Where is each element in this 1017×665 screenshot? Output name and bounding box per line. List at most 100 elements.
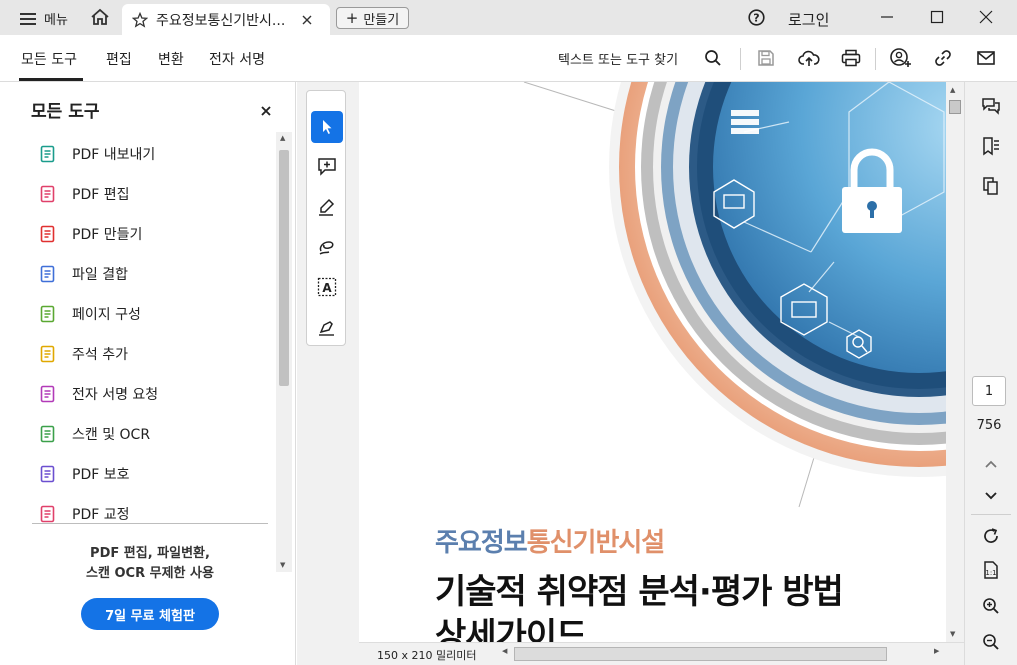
tab-edit[interactable]: 편집 [106, 49, 132, 69]
help-button[interactable]: ? [748, 9, 765, 30]
share-button[interactable] [889, 46, 913, 70]
home-button[interactable] [90, 8, 110, 30]
close-window-button[interactable] [979, 9, 993, 28]
close-tab-icon[interactable] [302, 15, 312, 25]
minimize-icon [881, 16, 893, 18]
tool-item[interactable]: 페이지 구성 [38, 294, 141, 334]
menu-label: 메뉴 [44, 13, 68, 28]
document-vertical-scrollbar[interactable] [946, 82, 964, 642]
save-button[interactable] [754, 46, 778, 70]
copy-link-button[interactable] [931, 46, 955, 70]
horizontal-scroll-thumb[interactable] [514, 647, 887, 661]
current-page-input[interactable]: 1 [972, 376, 1006, 406]
comments-icon [982, 98, 1000, 115]
next-page-button[interactable] [976, 482, 1006, 510]
cursor-icon [323, 120, 332, 134]
add-person-icon [890, 48, 911, 67]
highlight-button[interactable] [311, 191, 343, 223]
bookmarks-panel-button[interactable] [976, 132, 1006, 160]
tab-all-tools[interactable]: 모든 도구 [21, 49, 77, 69]
maximize-button[interactable] [930, 9, 944, 28]
tool-item-label: PDF 편집 [72, 187, 130, 203]
tool-item[interactable]: PDF 보호 [38, 454, 130, 494]
tab-convert[interactable]: 변환 [158, 49, 184, 69]
star-icon[interactable] [132, 11, 148, 28]
home-icon [91, 8, 109, 25]
thumbnails-panel-button[interactable] [976, 172, 1006, 200]
acrobat-window: 메뉴 주요정보통신기반시... + 만들기 ? 로그인 모든 도구 편집 변환 … [0, 0, 1017, 665]
tool-item[interactable]: PDF 만들기 [38, 214, 142, 254]
actual-size-icon: 1:1 [984, 561, 998, 579]
active-tab-indicator [19, 78, 83, 81]
draw-button[interactable] [311, 231, 343, 263]
tool-item-label: PDF 교정 [72, 507, 130, 523]
save-icon [758, 50, 774, 66]
promo-divider [32, 523, 268, 524]
status-bar: 150 x 210 밀리미터 ◀ ▶ [359, 642, 964, 665]
login-button[interactable]: 로그인 [788, 9, 829, 30]
zoom-in-button[interactable] [976, 592, 1006, 620]
rail-divider [971, 514, 1011, 515]
free-trial-button[interactable]: 7일 무료 체험판 [81, 598, 219, 630]
rotate-icon [984, 528, 998, 543]
sign-button[interactable] [311, 311, 343, 343]
comments-panel-button[interactable] [976, 92, 1006, 120]
promo-line-1: PDF 편집, 파일변환, [90, 546, 210, 561]
rotate-button[interactable] [976, 522, 1006, 550]
tool-item[interactable]: PDF 교정 [38, 494, 130, 534]
chevron-up-icon [985, 460, 997, 468]
tool-item[interactable]: PDF 편집 [38, 174, 130, 214]
zoom-in-icon [983, 598, 999, 614]
help-icon: ? [748, 9, 765, 26]
print-button[interactable] [839, 46, 863, 70]
zoom-out-button[interactable] [976, 628, 1006, 656]
comment-add-icon [318, 158, 336, 176]
scroll-down-arrow-icon[interactable]: ▼ [950, 630, 955, 638]
promo-line-2: 스캔 OCR 무제한 사용 [86, 566, 214, 581]
tool-item[interactable]: 주석 추가 [38, 334, 128, 374]
tool-item-label: 스캔 및 OCR [72, 427, 151, 443]
link-icon [935, 50, 951, 66]
all-tools-panel: 모든 도구 PDF 내보내기 PDF 편집 PDF 만들기 파일 결합 페이지 구성 주석… [0, 82, 296, 665]
select-tool-button[interactable] [311, 111, 343, 143]
scroll-left-arrow-icon[interactable]: ◀ [502, 647, 507, 655]
tool-item[interactable]: 전자 서명 요청 [38, 374, 158, 414]
promo-text: PDF 편집, 파일변환, 스캔 OCR 무제한 사용 [40, 544, 260, 584]
scroll-right-arrow-icon[interactable]: ▶ [934, 647, 939, 655]
scroll-down-arrow-icon[interactable]: ▼ [280, 561, 285, 569]
search-icon [705, 50, 721, 66]
toolbar-divider [740, 48, 741, 70]
tab-e-sign[interactable]: 전자 서명 [209, 49, 265, 69]
add-comment-button[interactable] [311, 151, 343, 183]
create-label: 만들기 [363, 12, 400, 28]
pages-icon [983, 177, 998, 195]
mail-icon [977, 51, 995, 65]
document-tab[interactable]: 주요정보통신기반시... [122, 4, 330, 35]
total-pages-label: 756 [976, 418, 1002, 433]
tool-item[interactable]: PDF 내보내기 [38, 134, 155, 174]
actual-size-button[interactable]: 1:1 [976, 556, 1006, 584]
main-toolbar: 모든 도구 편집 변환 전자 서명 텍스트 또는 도구 찾기 [0, 35, 1017, 82]
close-panel-button[interactable] [261, 101, 271, 120]
email-button[interactable] [974, 46, 998, 70]
panel-scroll-thumb[interactable] [279, 150, 289, 386]
document-viewer[interactable]: 주요정보통신기반시설 기술적 취약점 분석·평가 방법 상세가이드 [359, 82, 946, 642]
previous-page-button[interactable] [976, 450, 1006, 478]
tool-item-label: PDF 만들기 [72, 227, 143, 243]
close-icon [261, 106, 271, 116]
text-box-button[interactable]: A [311, 271, 343, 303]
menu-button[interactable]: 메뉴 [20, 9, 68, 28]
tool-item[interactable]: 스캔 및 OCR [38, 414, 150, 454]
minimize-button[interactable] [880, 9, 894, 28]
upload-button[interactable] [797, 46, 821, 70]
tool-item-label: PDF 내보내기 [72, 147, 156, 163]
tool-item-label: PDF 보호 [72, 467, 130, 483]
scroll-up-arrow-icon[interactable]: ▲ [950, 86, 955, 94]
tool-item[interactable]: 파일 결합 [38, 254, 128, 294]
document-scroll-thumb[interactable] [949, 100, 961, 114]
pdf-create-icon [38, 224, 58, 244]
scroll-up-arrow-icon[interactable]: ▲ [280, 134, 285, 142]
search-label[interactable]: 텍스트 또는 도구 찾기 [558, 49, 678, 68]
search-button[interactable] [701, 46, 725, 70]
create-button[interactable]: + 만들기 [336, 7, 409, 29]
